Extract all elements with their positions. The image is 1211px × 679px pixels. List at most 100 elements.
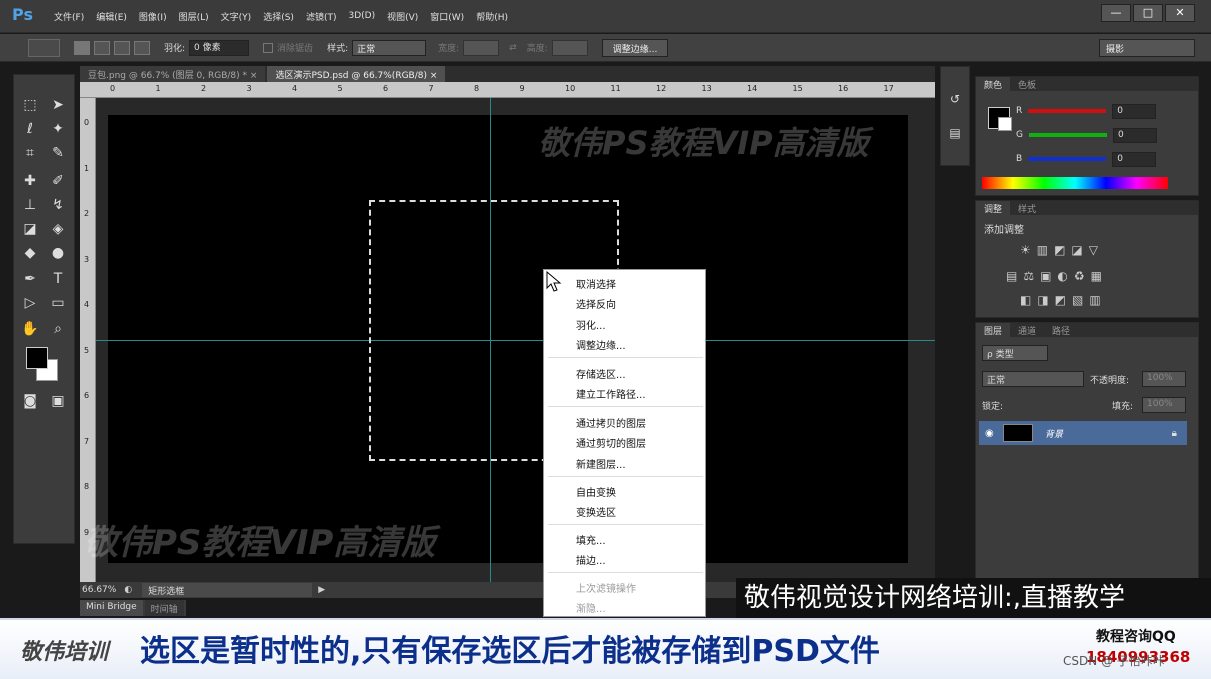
tab-paths[interactable]: 路径 (1044, 323, 1078, 337)
swap-icon[interactable]: ⇄ (509, 43, 517, 53)
intersect-selection-mode[interactable] (134, 40, 150, 55)
eraser-icon[interactable]: ◪ (20, 219, 40, 239)
green-slider[interactable] (1028, 133, 1107, 137)
status-arrow-icon[interactable]: ▶ (318, 585, 325, 595)
adjustment-icons-row-2[interactable]: ▤⚖▣◐♻▦ (1006, 269, 1108, 283)
menu-select[interactable]: 选择(S) (263, 10, 294, 23)
add-selection-mode[interactable] (94, 40, 110, 55)
properties-panel-icon[interactable]: ▤ (945, 123, 965, 143)
maximize-button[interactable]: □ (1133, 4, 1163, 22)
adjustment-icons-row-3[interactable]: ◧◨◩▧▥ (1020, 293, 1107, 307)
menu-item-layer-via-copy[interactable]: 通过拷贝的图层 (576, 415, 646, 430)
layer-filter-select[interactable]: ρ 类型 (982, 345, 1048, 361)
close-button[interactable]: ✕ (1165, 4, 1195, 22)
tab-channels[interactable]: 通道 (1010, 323, 1044, 337)
type-tool-icon[interactable]: T (48, 269, 68, 289)
tab-mini-bridge[interactable]: Mini Bridge (80, 600, 143, 616)
minimize-button[interactable]: — (1101, 4, 1131, 22)
crop-tool-icon[interactable]: ⌗ (20, 143, 40, 163)
clone-stamp-icon[interactable]: ⊥ (20, 195, 40, 215)
menu-item-inverse[interactable]: 选择反向 (576, 296, 616, 311)
menu-item-save-selection[interactable]: 存储选区... (576, 366, 626, 381)
tab-layers[interactable]: 图层 (976, 323, 1011, 337)
menu-item-new-layer[interactable]: 新建图层... (576, 456, 626, 471)
paint-bucket-icon[interactable]: ◈ (48, 219, 68, 239)
tab-swatches[interactable]: 色板 (1010, 77, 1044, 91)
menu-item-free-transform[interactable]: 自由变换 (576, 484, 616, 499)
history-brush-icon[interactable]: ↯ (48, 195, 68, 215)
menu-item-feather[interactable]: 羽化... (576, 317, 606, 332)
menu-type[interactable]: 文字(Y) (221, 10, 252, 23)
menu-item-refine-edge[interactable]: 调整边缘... (576, 337, 626, 352)
path-select-icon[interactable]: ▷ (20, 293, 40, 313)
lasso-tool-icon[interactable]: ℓ (20, 119, 40, 139)
tab-adjustments[interactable]: 调整 (976, 201, 1011, 215)
adjustment-icons-row-1[interactable]: ☀▥◩◪▽ (1020, 243, 1104, 257)
style-select[interactable]: 正常 (352, 39, 427, 56)
history-panel-icon[interactable]: ↺ (945, 89, 965, 109)
blur-tool-icon[interactable]: ◆ (20, 243, 40, 263)
healing-brush-icon[interactable]: ✚ (20, 171, 40, 191)
move-tool-icon[interactable]: ➤ (48, 95, 68, 115)
zoom-tool-icon[interactable]: ⌕ (48, 319, 68, 339)
menu-edit[interactable]: 编辑(E) (96, 10, 127, 23)
tab-timeline[interactable]: 时间轴 (144, 600, 184, 616)
hand-tool-icon[interactable]: ✋ (20, 319, 40, 339)
vertical-ruler[interactable]: 0123456789 (80, 98, 96, 582)
visibility-eye-icon[interactable]: ◉ (985, 428, 994, 439)
fill-input[interactable]: 100% (1142, 397, 1186, 413)
quick-mask-icon[interactable]: ◙ (20, 391, 40, 411)
screen-mode-icon[interactable]: ▣ (48, 391, 68, 411)
eyedropper-icon[interactable]: ✎ (48, 143, 68, 163)
tab-color[interactable]: 颜色 (976, 77, 1011, 91)
menu-item-deselect[interactable]: 取消选择 (576, 276, 616, 291)
feather-input[interactable]: 0 像素 (189, 39, 250, 56)
menu-window[interactable]: 窗口(W) (430, 10, 464, 23)
menu-image[interactable]: 图像(I) (139, 10, 167, 23)
tab-styles[interactable]: 样式 (1010, 201, 1044, 215)
green-input[interactable]: 0 (1112, 127, 1157, 143)
tab-selection-demo-psd[interactable]: 选区演示PSD.psd @ 66.7%(RGB/8) × (267, 66, 446, 82)
status-info-icon[interactable]: ◐ (124, 585, 132, 595)
brush-tool-icon[interactable]: ✐ (48, 171, 68, 191)
rectangle-tool-icon[interactable]: ▭ (48, 293, 68, 313)
tab-close-icon[interactable]: × (430, 71, 438, 81)
menu-item-fill[interactable]: 填充... (576, 532, 606, 547)
height-input[interactable] (551, 39, 588, 56)
subtract-selection-mode[interactable] (114, 40, 130, 55)
tool-preset-picker[interactable] (28, 38, 60, 57)
menu-item-make-work-path[interactable]: 建立工作路径... (576, 386, 646, 401)
new-selection-mode[interactable] (74, 40, 90, 55)
tab-close-icon[interactable]: × (250, 71, 258, 81)
dodge-tool-icon[interactable]: ● (48, 243, 68, 263)
refine-edge-button[interactable]: 调整边缘... (601, 38, 669, 57)
menu-item-stroke[interactable]: 描边... (576, 552, 606, 567)
menu-layer[interactable]: 图层(L) (179, 10, 209, 23)
layer-row-background[interactable]: ◉ 背景 🔒︎ (979, 421, 1187, 445)
color-spectrum[interactable] (982, 177, 1168, 189)
magic-wand-icon[interactable]: ✦ (48, 119, 68, 139)
marquee-tool-icon[interactable]: ⬚ (20, 95, 40, 115)
menu-view[interactable]: 视图(V) (387, 10, 418, 23)
blend-mode-select[interactable]: 正常 (982, 371, 1084, 387)
menu-item-transform-selection[interactable]: 变换选区 (576, 504, 616, 519)
menu-help[interactable]: 帮助(H) (476, 10, 508, 23)
layer-name[interactable]: 背景 (1045, 427, 1063, 440)
opacity-input[interactable]: 100% (1142, 371, 1186, 387)
menu-3d[interactable]: 3D(D) (348, 11, 375, 21)
workspace-select[interactable]: 摄影 (1099, 39, 1195, 57)
pen-tool-icon[interactable]: ✒ (20, 269, 40, 289)
menu-file[interactable]: 文件(F) (54, 10, 84, 23)
menu-filter[interactable]: 滤镜(T) (306, 10, 337, 23)
blue-slider[interactable] (1028, 157, 1107, 161)
width-input[interactable] (463, 39, 500, 56)
antialias-checkbox[interactable] (263, 42, 274, 53)
menu-item-layer-via-cut[interactable]: 通过剪切的图层 (576, 435, 646, 450)
color-bg-swatch[interactable] (998, 117, 1012, 131)
red-slider[interactable] (1028, 109, 1107, 113)
zoom-level[interactable]: 66.67% (82, 585, 116, 595)
blue-input[interactable]: 0 (1112, 151, 1157, 167)
foreground-color-swatch[interactable] (26, 347, 48, 369)
horizontal-ruler[interactable]: 0 1 2 3 4 5 6 7 8 9 10 11 12 13 14 15 16 17 (80, 82, 935, 98)
doc-info-field[interactable]: 矩形选框 (142, 583, 313, 597)
